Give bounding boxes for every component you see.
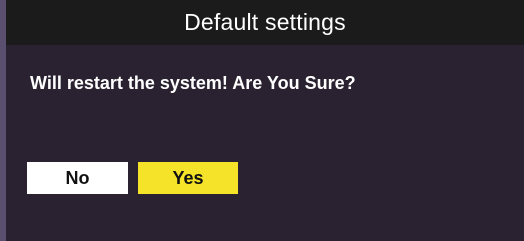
dialog-title: Default settings (184, 9, 346, 35)
no-button[interactable]: No (27, 162, 128, 194)
no-button-label: No (65, 167, 90, 188)
confirmation-message: Will restart the system! Are You Sure? (30, 73, 356, 93)
dialog-title-bar: Default settings (6, 0, 524, 45)
default-settings-dialog: Default settings Will restart the system… (6, 0, 524, 241)
yes-button-label: Yes (172, 167, 204, 188)
yes-button[interactable]: Yes (138, 162, 238, 194)
